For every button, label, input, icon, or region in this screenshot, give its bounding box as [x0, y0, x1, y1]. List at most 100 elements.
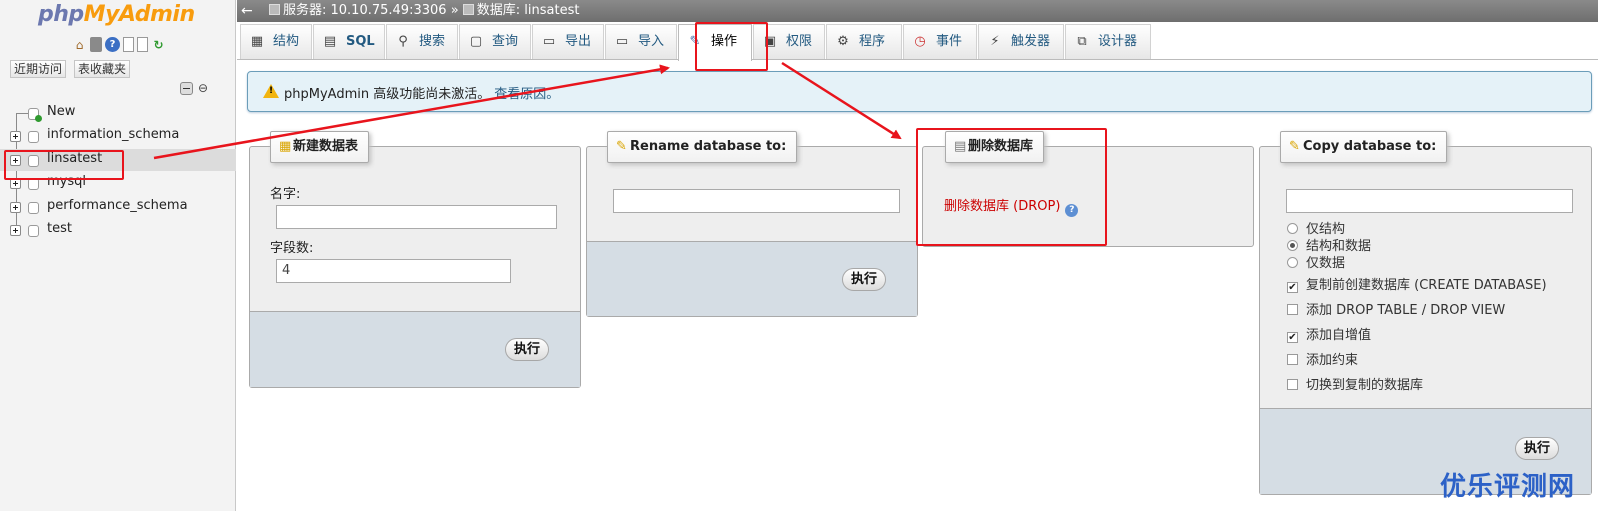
breadcrumb-separator: » — [450, 3, 459, 18]
tab-label: 结构 — [273, 34, 300, 49]
tree-item-information-schema[interactable]: information_schema — [0, 125, 236, 147]
tab-import[interactable]: ▭ 导入 — [605, 24, 677, 59]
tab-label: 搜索 — [419, 34, 446, 49]
copy-data-only-radio[interactable]: 仅数据 — [1287, 256, 1345, 272]
fieldset-legend: ✎ Rename database to: — [607, 131, 798, 163]
checkbox[interactable]: ✔ — [1287, 282, 1298, 293]
query-icon: ▢ — [469, 34, 483, 49]
checkbox[interactable]: ✔ — [1287, 332, 1298, 343]
tab-label: 设计器 — [1098, 34, 1138, 49]
fieldset-footer: 执行 — [587, 241, 917, 316]
tab-routines[interactable]: ⚙ 程序 — [826, 24, 902, 59]
back-arrow-icon[interactable]: ← — [241, 0, 253, 22]
rename-execute-button[interactable]: 执行 — [842, 268, 887, 291]
breadcrumb-bar: ← 服务器: 10.10.75.49:3306 » 数据库: linsatest — [237, 0, 1598, 22]
routines-icon: ⚙ — [837, 34, 849, 49]
logo-text-myadmin: MyAdmin — [83, 2, 195, 27]
table-name-input[interactable] — [276, 205, 557, 229]
structure-icon: ▦ — [250, 34, 264, 49]
tree-item-label: New — [47, 104, 76, 119]
create-database-checkbox[interactable]: ✔ 复制前创建数据库 (CREATE DATABASE) — [1287, 278, 1547, 294]
add-constraints-checkbox[interactable]: 添加约束 — [1287, 353, 1358, 369]
navigation-panel: phpMyAdmin ⌂ ? ↻ 近期访问 表收藏夹 ⊖ New informa… — [0, 0, 236, 511]
switch-to-copied-db-checkbox[interactable]: 切换到复制的数据库 — [1287, 378, 1423, 394]
copy-structure-and-data-radio[interactable]: 结构和数据 — [1287, 239, 1371, 255]
copy-database-input[interactable] — [1286, 189, 1573, 213]
breadcrumb-server[interactable]: 服务器: 10.10.75.49:3306 — [283, 3, 447, 18]
add-auto-increment-checkbox[interactable]: ✔ 添加自增值 — [1287, 328, 1371, 344]
notice-text: phpMyAdmin 高级功能尚未激活。 — [284, 87, 491, 102]
reload-icon[interactable]: ↻ — [151, 37, 166, 52]
import-icon: ▭ — [615, 34, 629, 49]
tree-item-performance-schema[interactable]: performance_schema — [0, 196, 236, 218]
rename-database-fieldset: ✎ Rename database to: 执行 — [586, 131, 918, 317]
designer-icon: ⧉ — [1077, 34, 1087, 49]
breadcrumb-database[interactable]: 数据库: linsatest — [477, 3, 580, 18]
expand-icon[interactable] — [10, 202, 21, 213]
tree-item-new[interactable]: New — [0, 102, 236, 124]
tab-designer[interactable]: ⧉ 设计器 — [1065, 24, 1151, 59]
help-icon[interactable]: ? — [105, 37, 120, 52]
tab-label: 导出 — [565, 34, 592, 49]
export-icon: ▭ — [542, 34, 556, 49]
breadcrumb: 服务器: 10.10.75.49:3306 » 数据库: linsatest — [269, 0, 579, 22]
home-icon[interactable]: ⌂ — [72, 37, 87, 52]
database-icon — [462, 4, 474, 15]
tree-item-label: information_schema — [47, 127, 180, 142]
search-icon: ⚲ — [398, 34, 408, 49]
tab-label: 事件 — [936, 34, 963, 49]
checkbox[interactable] — [1287, 354, 1298, 365]
tab-label: 查询 — [492, 34, 519, 49]
radio-button[interactable] — [1287, 240, 1298, 251]
tree-item-label: performance_schema — [47, 198, 188, 213]
tab-label: 触发器 — [1011, 34, 1051, 49]
fieldset-legend: ✎ Copy database to: — [1280, 131, 1448, 163]
database-icon — [28, 202, 39, 214]
favorite-tables-button[interactable]: 表收藏夹 — [74, 60, 131, 78]
checkbox[interactable] — [1287, 379, 1298, 390]
recent-tables-button[interactable]: 近期访问 — [10, 60, 67, 78]
tree-item-label: test — [47, 221, 72, 236]
logo-text-php: php — [38, 2, 84, 27]
logout-icon[interactable] — [90, 37, 102, 52]
add-drop-table-checkbox[interactable]: 添加 DROP TABLE / DROP VIEW — [1287, 303, 1505, 319]
radio-button[interactable] — [1287, 257, 1298, 268]
sql-icon: ▤ — [323, 34, 337, 49]
rename-database-input[interactable] — [613, 189, 900, 213]
tab-structure[interactable]: ▦ 结构 — [240, 24, 312, 59]
watermark-text: 优乐评测网 — [1440, 472, 1576, 502]
tab-search[interactable]: ⚲ 搜索 — [386, 24, 458, 59]
pencil-icon: ✎ — [616, 139, 627, 154]
radio-button[interactable] — [1287, 223, 1298, 234]
field-count-label: 字段数: — [270, 241, 314, 256]
settings-icon[interactable] — [137, 37, 148, 52]
link-with-main-icon[interactable]: ⊖ — [198, 82, 212, 95]
copy-execute-button[interactable]: 执行 — [1515, 437, 1560, 460]
collapse-all-icon[interactable] — [180, 82, 193, 95]
tab-query[interactable]: ▢ 查询 — [459, 24, 531, 59]
create-table-fieldset: ▦ 新建数据表 名字: 字段数: 4 执行 — [249, 131, 581, 388]
tree-item-test[interactable]: test — [0, 219, 236, 241]
copy-structure-only-radio[interactable]: 仅结构 — [1287, 222, 1345, 238]
notice-banner: ! phpMyAdmin 高级功能尚未激活。 查看原因。 — [247, 71, 1592, 112]
plus-badge-icon — [35, 115, 42, 122]
field-count-input[interactable]: 4 — [276, 259, 511, 283]
tab-sql[interactable]: ▤ SQL — [313, 24, 385, 59]
phpmyadmin-logo[interactable]: phpMyAdmin — [38, 2, 195, 27]
pencil-icon: ✎ — [1289, 139, 1300, 154]
documentation-icon[interactable] — [123, 37, 134, 52]
copy-database-fieldset: ✎ Copy database to: 仅结构 结构和数据 仅数据 ✔ 复制前创建数… — [1259, 131, 1592, 495]
find-out-why-link[interactable]: 查看原因。 — [494, 87, 559, 102]
annotation-highlight-drop-database — [916, 128, 1107, 246]
tab-events[interactable]: ◷ 事件 — [903, 24, 977, 59]
expand-icon[interactable] — [10, 131, 21, 142]
tab-bar: ▦ 结构 ▤ SQL ⚲ 搜索 ▢ 查询 ▭ 导出 ▭ 导入 ✎ 操作 ▣ 权限 ⚙ 程序 ◷ 事件… — [237, 22, 1598, 61]
database-icon — [28, 225, 39, 237]
tab-label: 权限 — [786, 34, 813, 49]
checkbox[interactable] — [1287, 304, 1298, 315]
triggers-icon: ⚡ — [990, 34, 1000, 49]
tab-triggers[interactable]: ⚡ 触发器 — [978, 24, 1064, 59]
expand-icon[interactable] — [10, 225, 21, 236]
tab-export[interactable]: ▭ 导出 — [532, 24, 604, 59]
create-table-execute-button[interactable]: 执行 — [505, 338, 550, 361]
